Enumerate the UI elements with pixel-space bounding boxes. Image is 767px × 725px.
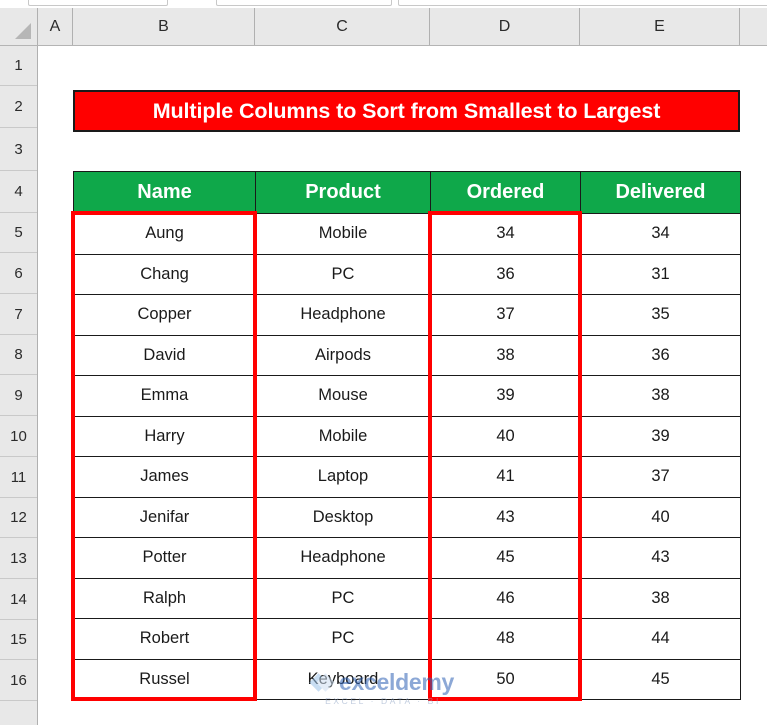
row-header-6[interactable]: 6 <box>0 253 37 294</box>
cell-product-3[interactable]: Headphone <box>255 294 431 336</box>
spreadsheet-app: ABCDE 1 2 3 4 5 6 7 8 9 10 11 12 13 14 15 16 Multiple C… <box>0 0 767 725</box>
table-row: James Laptop 41 37 <box>73 456 741 498</box>
data-table-wrapper: Name Product Ordered Delivered Aung Mobile 34… <box>73 171 741 700</box>
column-header-a[interactable]: A <box>38 8 73 45</box>
cell-delivered-2[interactable]: 31 <box>580 253 741 295</box>
cell-ordered-2[interactable]: 36 <box>430 253 581 295</box>
table-row: Jenifar Desktop 43 40 <box>73 496 741 538</box>
table-header-row: Name Product Ordered Delivered <box>73 171 741 214</box>
cell-product-9[interactable]: Headphone <box>255 537 431 579</box>
cell-name-1[interactable]: Aung <box>73 213 256 255</box>
cell-ordered-1[interactable]: 34 <box>430 213 581 255</box>
table-header-cell-product[interactable]: Product <box>255 171 431 214</box>
cell-delivered-11[interactable]: 44 <box>580 618 741 660</box>
toolbar-box-1 <box>28 0 168 6</box>
cell-ordered-4[interactable]: 38 <box>430 334 581 376</box>
row-header-11[interactable]: 11 <box>0 457 37 498</box>
table-row: Robert PC 48 44 <box>73 618 741 660</box>
table-row: David Airpods 38 36 <box>73 334 741 376</box>
row-header-2[interactable]: 2 <box>0 86 37 128</box>
cell-name-3[interactable]: Copper <box>73 294 256 336</box>
table-row: Potter Headphone 45 43 <box>73 537 741 579</box>
cell-delivered-10[interactable]: 38 <box>580 577 741 619</box>
table-row: Aung Mobile 34 34 <box>73 213 741 255</box>
cell-name-9[interactable]: Potter <box>73 537 256 579</box>
table-row: Copper Headphone 37 35 <box>73 294 741 336</box>
cell-product-2[interactable]: PC <box>255 253 431 295</box>
row-header-15[interactable]: 15 <box>0 620 37 660</box>
row-header-13[interactable]: 13 <box>0 538 37 579</box>
cell-name-10[interactable]: Ralph <box>73 577 256 619</box>
row-number-gutter: 1 2 3 4 5 6 7 8 9 10 11 12 13 14 15 16 <box>0 46 38 725</box>
table-row: Chang PC 36 31 <box>73 253 741 295</box>
row-header-1[interactable]: 1 <box>0 46 37 86</box>
row-header-10[interactable]: 10 <box>0 416 37 457</box>
cell-delivered-9[interactable]: 43 <box>580 537 741 579</box>
column-header-d[interactable]: D <box>430 8 580 45</box>
cell-delivered-3[interactable]: 35 <box>580 294 741 336</box>
cell-ordered-5[interactable]: 39 <box>430 375 581 417</box>
table-row: Harry Mobile 40 39 <box>73 415 741 457</box>
row-header-14[interactable]: 14 <box>0 579 37 620</box>
cell-delivered-1[interactable]: 34 <box>580 213 741 255</box>
column-header-c[interactable]: C <box>255 8 430 45</box>
cell-ordered-7[interactable]: 41 <box>430 456 581 498</box>
toolbar-box-2 <box>216 0 392 6</box>
cell-ordered-8[interactable]: 43 <box>430 496 581 538</box>
cell-product-12[interactable]: Keyboard <box>255 658 431 700</box>
cell-name-11[interactable]: Robert <box>73 618 256 660</box>
column-header-b[interactable]: B <box>73 8 255 45</box>
cell-name-7[interactable]: James <box>73 456 256 498</box>
row-header-16[interactable]: 16 <box>0 660 37 701</box>
cell-product-8[interactable]: Desktop <box>255 496 431 538</box>
column-header-e[interactable]: E <box>580 8 740 45</box>
cell-ordered-6[interactable]: 40 <box>430 415 581 457</box>
title-banner: Multiple Columns to Sort from Smallest t… <box>73 90 740 132</box>
cell-name-2[interactable]: Chang <box>73 253 256 295</box>
top-chrome-strip <box>0 0 767 8</box>
cell-product-10[interactable]: PC <box>255 577 431 619</box>
cell-ordered-12[interactable]: 50 <box>430 658 581 700</box>
cell-product-6[interactable]: Mobile <box>255 415 431 457</box>
cell-name-4[interactable]: David <box>73 334 256 376</box>
cell-name-8[interactable]: Jenifar <box>73 496 256 538</box>
row-header-7[interactable]: 7 <box>0 294 37 335</box>
cell-product-7[interactable]: Laptop <box>255 456 431 498</box>
row-header-4[interactable]: 4 <box>0 171 37 213</box>
cell-ordered-10[interactable]: 46 <box>430 577 581 619</box>
cell-ordered-11[interactable]: 48 <box>430 618 581 660</box>
table-header-cell-ordered[interactable]: Ordered <box>430 171 581 214</box>
cell-product-4[interactable]: Airpods <box>255 334 431 376</box>
select-all-triangle-icon <box>15 23 31 39</box>
table-header-cell-delivered[interactable]: Delivered <box>580 171 741 214</box>
table-row: Russel Keyboard 50 45 <box>73 658 741 700</box>
row-header-8[interactable]: 8 <box>0 335 37 375</box>
table-header-cell-name[interactable]: Name <box>73 171 256 214</box>
cell-ordered-9[interactable]: 45 <box>430 537 581 579</box>
column-header-band: ABCDE <box>0 8 767 46</box>
row-header-5[interactable]: 5 <box>0 213 37 253</box>
cell-delivered-12[interactable]: 45 <box>580 658 741 700</box>
row-header-3[interactable]: 3 <box>0 128 37 171</box>
cell-name-12[interactable]: Russel <box>73 658 256 700</box>
cell-delivered-5[interactable]: 38 <box>580 375 741 417</box>
toolbar-box-3 <box>398 0 767 6</box>
cell-product-1[interactable]: Mobile <box>255 213 431 255</box>
cell-name-6[interactable]: Harry <box>73 415 256 457</box>
row-header-9[interactable]: 9 <box>0 375 37 416</box>
select-all-button[interactable] <box>0 8 38 45</box>
cell-product-11[interactable]: PC <box>255 618 431 660</box>
cell-delivered-4[interactable]: 36 <box>580 334 741 376</box>
cell-delivered-6[interactable]: 39 <box>580 415 741 457</box>
cell-delivered-8[interactable]: 40 <box>580 496 741 538</box>
row-header-12[interactable]: 12 <box>0 498 37 538</box>
cell-delivered-7[interactable]: 37 <box>580 456 741 498</box>
cell-ordered-3[interactable]: 37 <box>430 294 581 336</box>
data-table: Name Product Ordered Delivered Aung Mobile 34… <box>73 171 741 700</box>
table-row: Ralph PC 46 38 <box>73 577 741 619</box>
cell-product-5[interactable]: Mouse <box>255 375 431 417</box>
cell-name-5[interactable]: Emma <box>73 375 256 417</box>
table-row: Emma Mouse 39 38 <box>73 375 741 417</box>
